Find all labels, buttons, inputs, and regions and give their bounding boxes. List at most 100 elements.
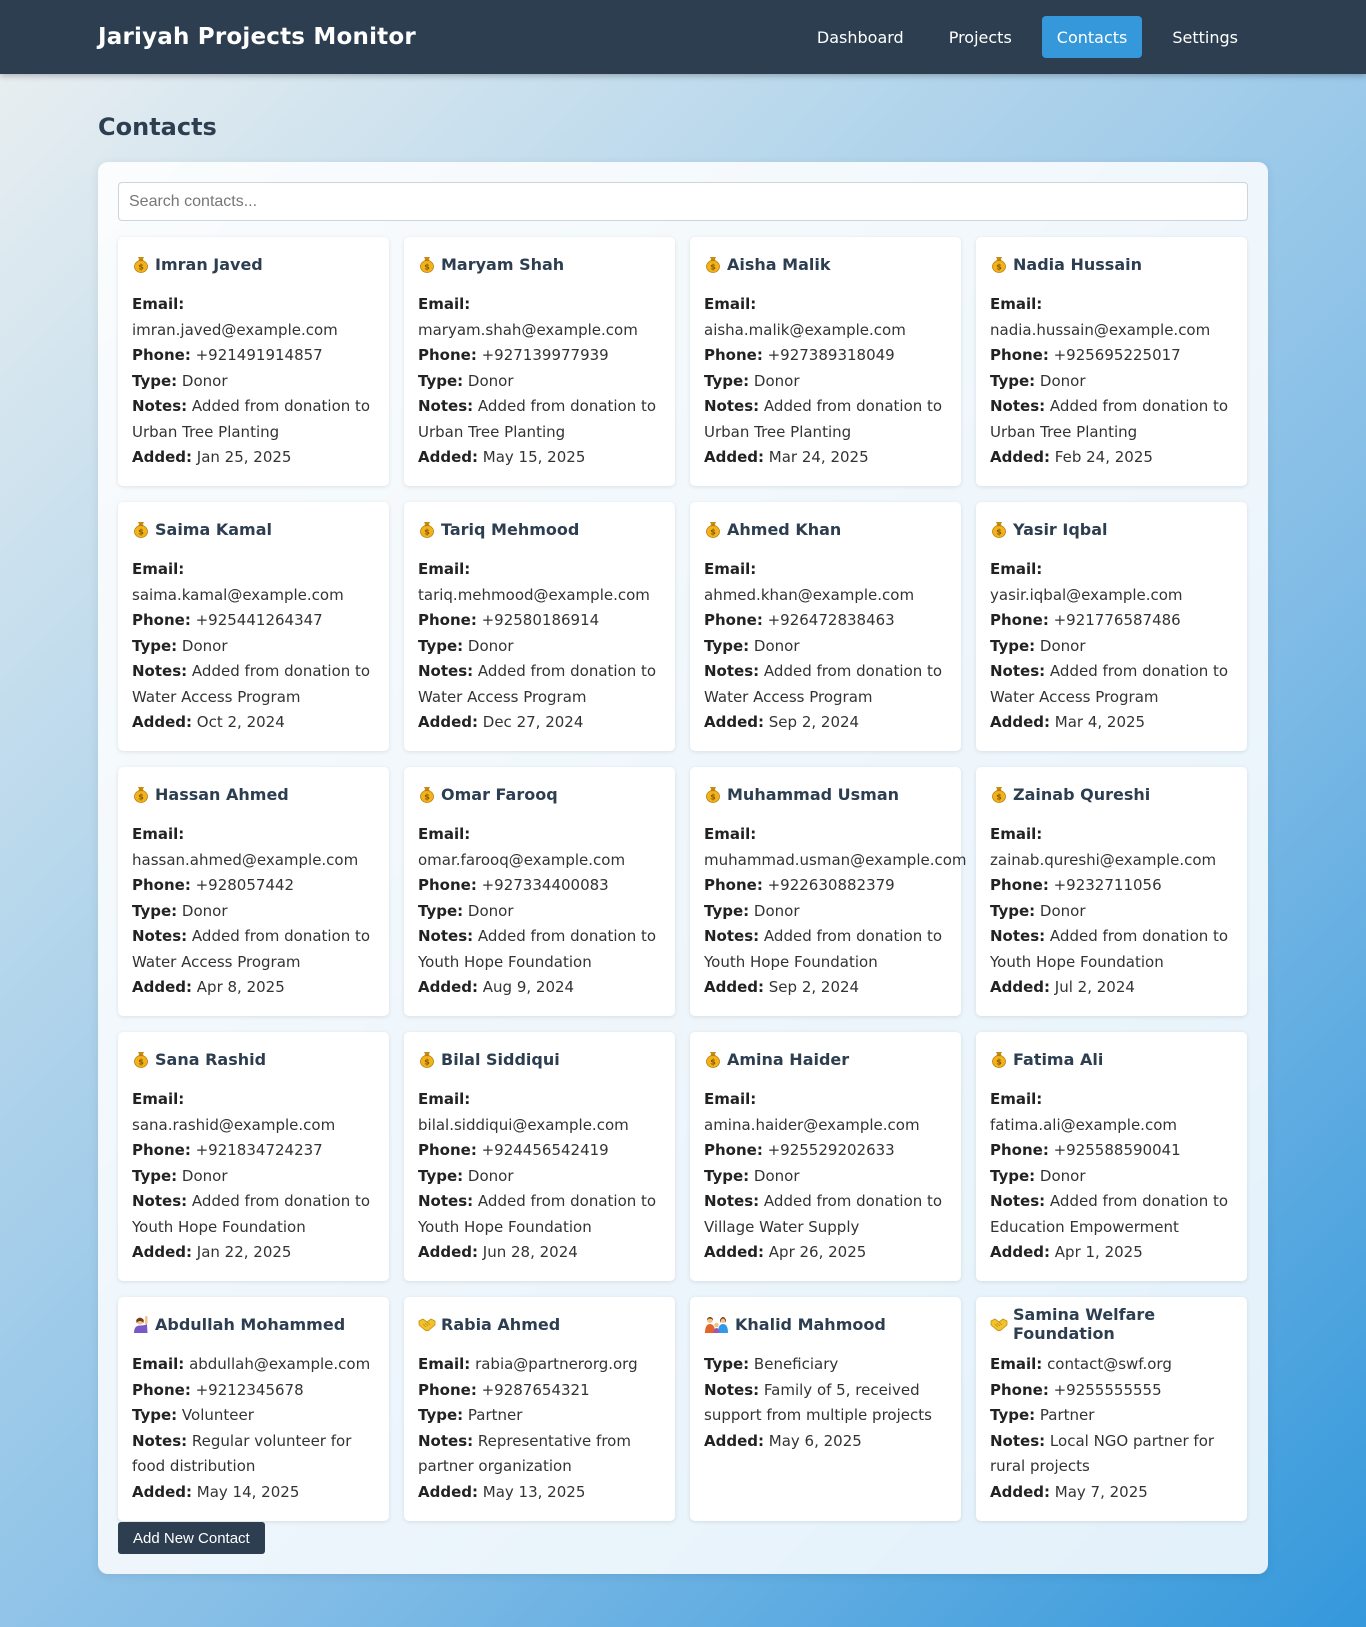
contact-phone: +924456542419 [481,1141,609,1159]
contact-card[interactable]: $ Nadia Hussain Email: nadia.hussain@examp… [976,237,1247,486]
contact-card[interactable]: Abdullah Mohammed Email: abdullah@example… [118,1297,389,1521]
contact-phone-field: Phone: +925441264347 [132,608,375,634]
contact-card[interactable]: $ Imran Javed Email: imran.javed@example.c… [118,237,389,486]
contact-added-field: Added: Dec 27, 2024 [418,710,661,736]
contact-card[interactable]: $ Fatima Ali Email: fatima.ali@example.com… [976,1032,1247,1281]
contact-card[interactable]: $ Saima Kamal Email: saima.kamal@example.c… [118,502,389,751]
contact-type: Beneficiary [753,1355,839,1373]
contact-notes-field: Notes: Added from donation to Education … [990,1189,1233,1240]
field-label: Email: [418,825,471,843]
contact-card[interactable]: $ Amina Haider Email: amina.haider@example… [690,1032,961,1281]
contact-card[interactable]: Rabia Ahmed Email: rabia@partnerorg.org Ph… [404,1297,675,1521]
contact-added-field: Added: May 14, 2025 [132,1480,375,1506]
contact-phone: +927139977939 [481,346,609,364]
field-label: Added: [990,1482,1050,1501]
contact-notes-field: Notes: Added from donation to Urban Tree… [132,394,375,445]
contact-added-field: Added: Jul 2, 2024 [990,975,1233,1001]
field-label: Phone: [704,611,763,629]
contact-notes-field: Notes: Added from donation to Village Wa… [704,1189,947,1240]
contact-type-field: Type: Donor [132,1164,375,1190]
app-title: Jariyah Projects Monitor [98,24,416,50]
contact-notes-field: Notes: Added from donation to Water Acce… [418,659,661,710]
contact-card[interactable]: $ Omar Farooq Email: omar.farooq@example.c… [404,767,675,1016]
add-contact-button[interactable]: Add New Contact [118,1522,265,1554]
contact-card[interactable]: $ Aisha Malik Email: aisha.malik@example.c… [690,237,961,486]
contact-added: Mar 24, 2025 [768,448,869,466]
svg-text:$: $ [710,263,716,272]
contact-name: Yasir Iqbal [1013,519,1108,539]
contact-type: Donor [181,1166,228,1185]
contact-phone: +921491914857 [195,346,323,364]
contact-name: Imran Javed [155,254,263,274]
field-label: Notes: [132,397,188,415]
contact-card[interactable]: $ Yasir Iqbal Email: yasir.iqbal@example.c… [976,502,1247,751]
field-label: Type: [132,636,178,655]
contact-email: omar.farooq@example.com [418,850,626,869]
contact-name: Omar Farooq [441,784,558,804]
contact-phone: +925588590041 [1053,1141,1181,1159]
contact-phone-field: Phone: +92580186914 [418,608,661,634]
contact-added: May 7, 2025 [1054,1482,1148,1501]
nav-dashboard[interactable]: Dashboard [802,16,919,58]
nav-settings[interactable]: Settings [1157,16,1253,58]
family-icon [704,1315,730,1333]
contact-email: maryam.shah@example.com [418,320,638,339]
contact-card-header: $ Amina Haider [704,1048,947,1070]
contact-email-field: Email: saima.kamal@example.com [132,557,375,608]
contact-card[interactable]: $ Hassan Ahmed Email: hassan.ahmed@example… [118,767,389,1016]
nav-projects[interactable]: Projects [934,16,1027,58]
field-label: Added: [418,1482,478,1501]
search-input[interactable] [118,182,1248,221]
money-bag-icon: $ [990,520,1008,538]
field-label: Notes: [418,1431,474,1450]
contact-phone: +9287654321 [481,1380,590,1399]
contact-email-field: Email: maryam.shah@example.com [418,292,661,343]
contact-card[interactable]: $ Sana Rashid Email: sana.rashid@example.c… [118,1032,389,1281]
contact-type: Donor [181,901,228,920]
contact-name: Muhammad Usman [727,784,900,804]
contact-email: nadia.hussain@example.com [990,320,1211,339]
contact-type-field: Type: Donor [418,1164,661,1190]
contact-email: saima.kamal@example.com [132,585,344,604]
svg-text:$: $ [424,1058,430,1067]
contact-added-field: Added: May 6, 2025 [704,1429,947,1455]
field-label: Added: [418,713,478,731]
contact-card[interactable]: $ Muhammad Usman Email: muhammad.usman@exa… [690,767,967,1016]
contact-added: Apr 26, 2025 [768,1243,867,1261]
contact-card[interactable]: $ Bilal Siddiqui Email: bilal.siddiqui@exa… [404,1032,675,1281]
contact-email-field: Email: rabia@partnerorg.org [418,1352,661,1378]
field-label: Phone: [418,346,477,364]
field-label: Added: [132,448,192,466]
field-label: Phone: [132,876,191,894]
contact-email-field: Email: imran.javed@example.com [132,292,375,343]
raising-hand-icon [132,1315,150,1333]
nav-contacts[interactable]: Contacts [1041,16,1143,58]
contact-type-field: Type: Donor [704,634,947,660]
contact-email-field: Email: yasir.iqbal@example.com [990,557,1233,608]
contact-notes-field: Notes: Added from donation to Urban Tree… [990,394,1233,445]
contact-card[interactable]: $ Ahmed Khan Email: ahmed.khan@example.com… [690,502,961,751]
contact-card-header: Rabia Ahmed [418,1313,661,1335]
contact-email-field: Email: nadia.hussain@example.com [990,292,1233,343]
contact-card[interactable]: Samina Welfare Foundation Email: contact@… [976,1297,1247,1521]
contact-notes-field: Notes: Representative from partner organ… [418,1429,661,1480]
field-label: Notes: [704,1192,760,1210]
contact-type-field: Type: Volunteer [132,1403,375,1429]
contact-added-field: Added: Jan 25, 2025 [132,445,375,471]
contact-phone: +927389318049 [767,346,895,364]
contact-type: Donor [467,1166,514,1185]
contact-email-field: Email: bilal.siddiqui@example.com [418,1087,661,1138]
svg-text:$: $ [424,263,430,272]
contact-card[interactable]: Khalid Mahmood Type: Beneficiary Notes: Fa… [690,1297,961,1521]
contact-card[interactable]: $ Maryam Shah Email: maryam.shah@example.c… [404,237,675,486]
contact-added: May 15, 2025 [482,448,586,466]
field-label: Phone: [132,1141,191,1159]
contact-type: Donor [467,371,514,390]
field-label: Added: [418,448,478,466]
field-label: Phone: [132,346,191,364]
contact-card[interactable]: $ Tariq Mehmood Email: tariq.mehmood@examp… [404,502,675,751]
field-label: Phone: [704,876,763,894]
contact-name: Sana Rashid [155,1049,267,1069]
money-bag-icon: $ [418,785,436,803]
contact-card[interactable]: $ Zainab Qureshi Email: zainab.qureshi@exa… [976,767,1247,1016]
